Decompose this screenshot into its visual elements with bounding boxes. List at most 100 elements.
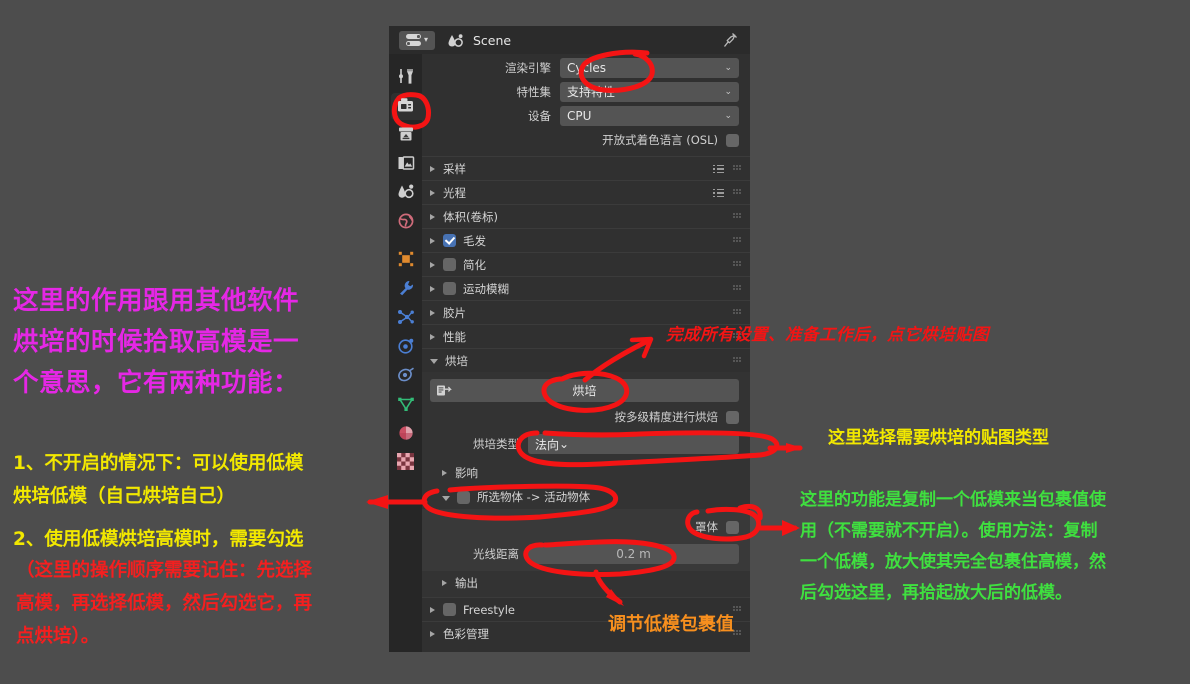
osl-label: 开放式着色语言 (OSL)	[602, 133, 718, 147]
device-value: CPU	[567, 108, 592, 123]
drag-dots-icon[interactable]	[733, 356, 742, 366]
sidebar-item-tool[interactable]	[389, 63, 422, 92]
freestyle-checkbox[interactable]	[443, 603, 456, 616]
properties-content: 渲染引擎 Cycles ⌄ 特性集 支持特性 ⌄ 设备 CPU ⌄ 开放式着色语…	[422, 54, 750, 652]
section-label: 运动模糊	[463, 281, 509, 296]
sidebar-item-particles[interactable]	[389, 304, 422, 333]
editor-type-icon	[405, 34, 421, 46]
section-selected-to-active[interactable]: 所选物体 -> 活动物体	[422, 485, 750, 509]
chevron-right-icon	[442, 470, 447, 476]
annotation-left-point-2: 2、使用低模烘培高模时，需要勾选	[13, 529, 304, 550]
section-label: 简化	[463, 257, 486, 272]
pin-icon[interactable]	[723, 32, 738, 52]
device-label: 设备	[528, 108, 551, 123]
bake-type-row: 烘培类型 法向 ⌄	[422, 433, 750, 455]
object-square-icon	[397, 250, 415, 272]
sidebar-item-constraints[interactable]	[389, 362, 422, 391]
chevron-right-icon	[430, 285, 435, 292]
chevron-down-icon: ⌄	[724, 110, 732, 121]
feature-set-row: 特性集 支持特性 ⌄	[422, 81, 750, 102]
annotation-left-point-1: 1、不开启的情况下：可以使用低模 烘培低模（自己烘培自己）	[13, 453, 304, 507]
section-bake-output[interactable]: 输出	[422, 571, 750, 595]
particles-icon	[397, 308, 415, 330]
drag-dots-icon[interactable]	[733, 284, 742, 294]
annotation-left-point-2-note: （这里的操作顺序需要记住：先选择 高模，再选择低模，然后勾选它，再 点烘培）。	[16, 560, 313, 647]
device-dropdown[interactable]: CPU ⌄	[560, 105, 739, 126]
section-light-paths[interactable]: 光程	[422, 180, 750, 204]
chevron-down-icon: ⌄	[559, 437, 570, 451]
sidebar-item-data[interactable]	[389, 391, 422, 420]
mesh-triangle-icon	[397, 395, 415, 417]
chevron-right-icon	[430, 213, 435, 220]
sidebar-item-output[interactable]	[389, 121, 422, 150]
section-motion-blur[interactable]: 运动模糊	[422, 276, 750, 300]
section-sampling[interactable]: 采样	[422, 156, 750, 180]
chevron-down-icon: ▾	[423, 35, 428, 44]
section-hair[interactable]: 毛发	[422, 228, 750, 252]
preset-list-icon[interactable]	[713, 164, 724, 174]
bake-button[interactable]: 烘培	[430, 379, 739, 402]
sidebar-item-texture[interactable]	[389, 449, 422, 478]
drag-dots-icon[interactable]	[733, 188, 742, 198]
sidebar-item-render[interactable]	[389, 92, 422, 121]
multires-bake-row: 按多级精度进行烘焙	[422, 406, 750, 428]
annotation-cage-note: 这里的功能是复制一个低模来当包裹值使 用（不需要就不开启）。使用方法：复制 一个…	[800, 490, 1106, 603]
sidebar-item-material[interactable]	[389, 420, 422, 449]
chevron-right-icon	[430, 606, 435, 613]
tool-icon	[397, 67, 415, 89]
feature-set-dropdown[interactable]: 支持特性 ⌄	[560, 81, 739, 102]
annotation-bake-button-note: 完成所有设置、准备工作后，点它烘培贴图	[666, 325, 989, 344]
screenshot-root: ▾ Scene 渲染引擎 Cycles ⌄ 特性集 支持特性 ⌄ 设备 CPU …	[0, 0, 1190, 684]
osl-checkbox[interactable]	[726, 133, 739, 147]
selected-to-active-checkbox[interactable]	[457, 490, 470, 504]
world-globe-icon	[397, 212, 415, 234]
wrench-icon	[397, 279, 415, 301]
section-label: 胶片	[443, 305, 466, 320]
material-sphere-icon	[397, 424, 415, 446]
ray-distance-field[interactable]: 0.2 m	[528, 544, 739, 564]
multires-bake-checkbox[interactable]	[726, 410, 739, 424]
chevron-right-icon	[430, 261, 435, 268]
editor-type-selector[interactable]: ▾	[399, 30, 435, 50]
preset-list-icon[interactable]	[713, 188, 724, 198]
render-engine-value: Cycles	[567, 60, 607, 75]
bake-render-icon	[436, 383, 452, 401]
render-engine-dropdown[interactable]: Cycles ⌄	[560, 57, 739, 78]
drag-dots-icon[interactable]	[733, 629, 742, 639]
scene-cone-icon	[397, 183, 415, 204]
sidebar-item-object[interactable]	[389, 246, 422, 275]
selected-to-active-body: 罩体 光线距离 0.2 m	[422, 509, 750, 571]
section-label: 影响	[455, 466, 478, 480]
properties-tab-column	[389, 54, 422, 652]
sidebar-item-world[interactable]	[389, 208, 422, 237]
section-volumes[interactable]: 体积(卷标)	[422, 204, 750, 228]
drag-dots-icon[interactable]	[733, 605, 742, 615]
chevron-right-icon	[430, 309, 435, 316]
constraint-icon	[397, 366, 415, 388]
drag-dots-icon[interactable]	[733, 308, 742, 318]
section-simplify[interactable]: 简化	[422, 252, 750, 276]
drag-dots-icon[interactable]	[733, 260, 742, 270]
section-label: 所选物体 -> 活动物体	[477, 490, 591, 504]
bake-panel-body: 烘培 按多级精度进行烘焙 烘培类型 法向 ⌄ 影响 所选物体 -> 活动物体 罩…	[422, 372, 750, 597]
hair-checkbox[interactable]	[443, 234, 456, 247]
sidebar-item-view-layer[interactable]	[389, 150, 422, 179]
section-bake-header[interactable]: 烘培	[422, 348, 750, 372]
render-engine-label: 渲染引擎	[505, 60, 551, 75]
cage-checkbox[interactable]	[726, 520, 739, 534]
chevron-right-icon	[430, 630, 435, 637]
sidebar-item-physics[interactable]	[389, 333, 422, 362]
section-label: 烘培	[445, 353, 468, 368]
properties-editor-header: ▾ Scene	[389, 26, 750, 54]
sidebar-item-scene[interactable]	[389, 179, 422, 208]
simplify-checkbox[interactable]	[443, 258, 456, 271]
bake-type-dropdown[interactable]: 法向 ⌄	[528, 434, 739, 454]
drag-dots-icon[interactable]	[733, 212, 742, 222]
drag-dots-icon[interactable]	[733, 164, 742, 174]
motion-blur-checkbox[interactable]	[443, 282, 456, 295]
drag-dots-icon[interactable]	[733, 236, 742, 246]
multires-bake-label: 按多级精度进行烘焙	[614, 410, 719, 424]
section-bake-influence[interactable]: 影响	[422, 461, 750, 485]
sidebar-item-modifiers[interactable]	[389, 275, 422, 304]
bake-button-label: 烘培	[572, 384, 597, 398]
